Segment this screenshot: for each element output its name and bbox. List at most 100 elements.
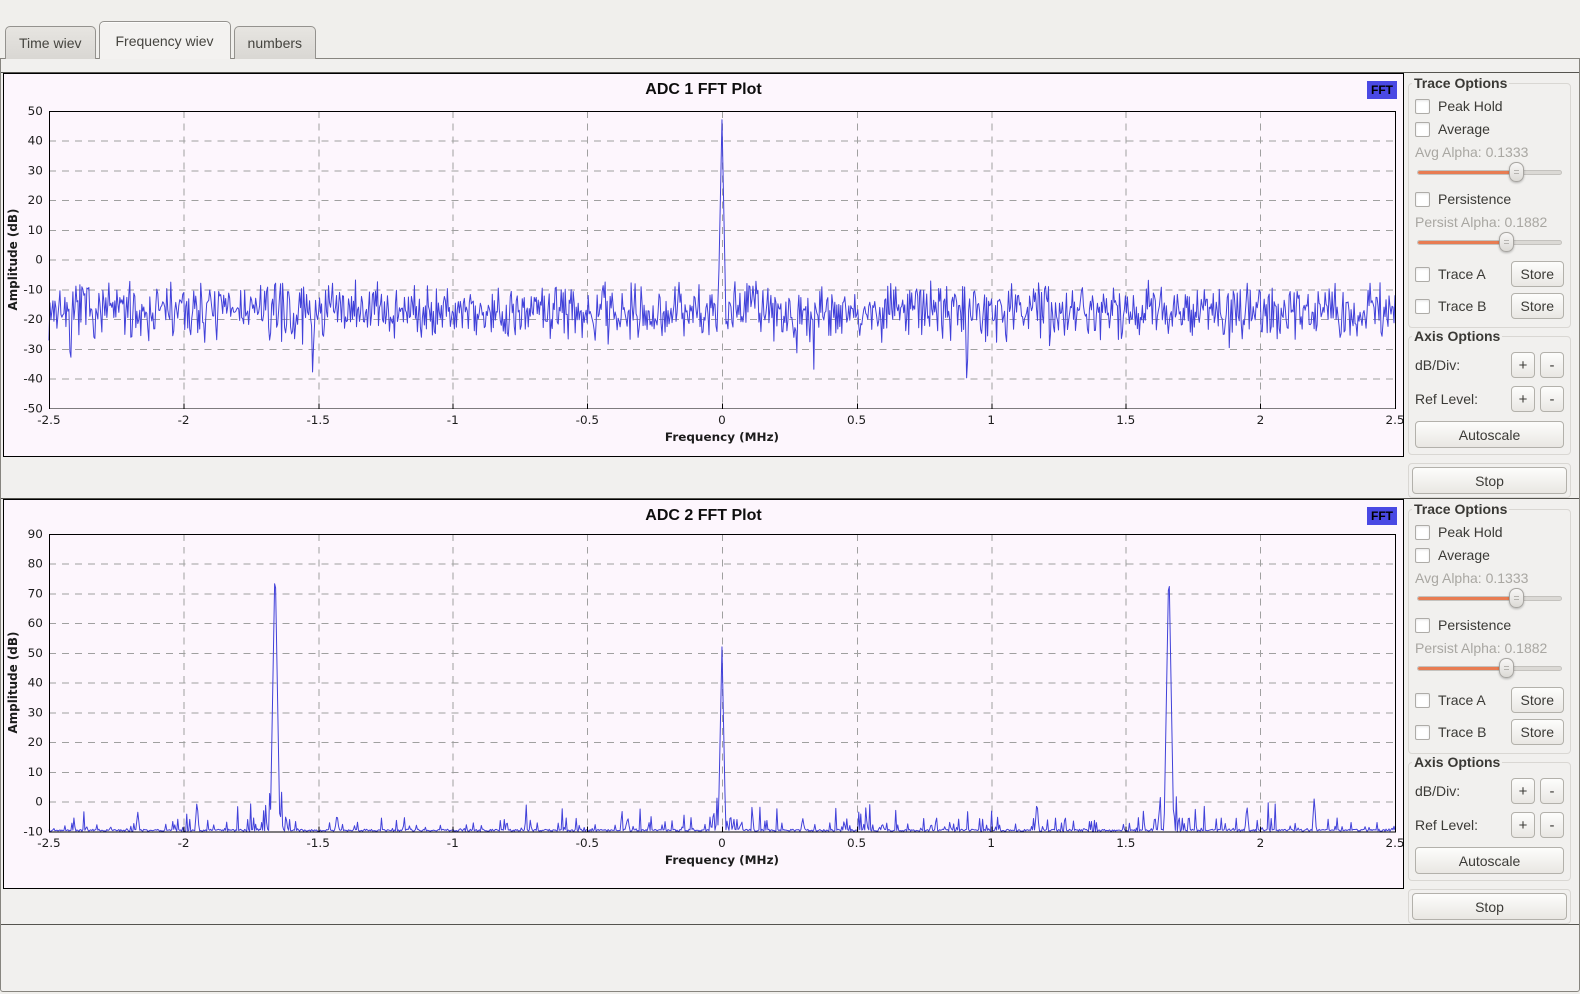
empty-area [1, 925, 1579, 991]
x-tick-label: 2 [1257, 413, 1265, 427]
trace-a-label: Trace A [1438, 266, 1486, 282]
x-tick-label: 1.5 [1116, 836, 1135, 850]
adc1-ref-level-row: Ref Level: + - [1415, 386, 1564, 412]
y-tick-label: 30 [28, 163, 43, 177]
y-tick-label: 50 [28, 646, 43, 660]
adc2-stop-button[interactable]: Stop [1412, 893, 1567, 920]
trace-options-title: Trace Options [1412, 75, 1509, 91]
trace-options-title: Trace Options [1412, 501, 1509, 517]
adc1-ref-level-plus-button[interactable]: + [1511, 386, 1535, 412]
x-tick-label: -1.5 [306, 413, 329, 427]
adc1-trace-b-row: Trace B Store [1415, 293, 1564, 319]
adc2-trace-a-store-button[interactable]: Store [1511, 687, 1564, 713]
adc2-db-div-plus-button[interactable]: + [1511, 778, 1535, 804]
tab-numbers[interactable]: numbers [234, 26, 316, 59]
y-tick-label: -10 [23, 282, 43, 296]
adc2-ref-level-row: Ref Level: + - [1415, 812, 1564, 838]
y-tick-label: 10 [28, 765, 43, 779]
adc1-ref-level-minus-button[interactable]: - [1540, 386, 1564, 412]
adc1-average-checkbox[interactable]: Average [1415, 121, 1564, 137]
trace-a-label: Trace A [1438, 692, 1486, 708]
average-label: Average [1438, 547, 1490, 563]
adc1-peak-hold-checkbox[interactable]: Peak Hold [1415, 98, 1564, 114]
adc1-stop-button[interactable]: Stop [1412, 467, 1567, 494]
checkbox-icon [1415, 122, 1430, 137]
slider-fill [1418, 241, 1507, 244]
x-tick-label: 0 [718, 836, 726, 850]
adc2-persistence-checkbox[interactable]: Persistence [1415, 617, 1564, 633]
adc2-stop-frame: Stop [1408, 889, 1571, 924]
adc2-persist-alpha-slider[interactable] [1417, 658, 1562, 678]
tab-time-view[interactable]: Time wiev [5, 26, 96, 59]
adc2-db-div-row: dB/Div: + - [1415, 778, 1564, 804]
y-tick-label: 80 [28, 557, 43, 571]
adc2-peak-hold-checkbox[interactable]: Peak Hold [1415, 524, 1564, 540]
trace-b-label: Trace B [1438, 724, 1487, 740]
slider-fill [1418, 597, 1517, 600]
y-tick-label: 40 [28, 676, 43, 690]
adc2-row: 9080706050403020100-10-2.5-2-1.5-1-0.500… [1, 498, 1579, 925]
adc1-fft-plot: 50403020100-10-20-30-40-50-2.5-2-1.5-1-0… [3, 73, 1404, 457]
adc2-autoscale-button[interactable]: Autoscale [1415, 847, 1564, 874]
adc2-trace-options-group: Trace Options Peak Hold Average Avg Alph… [1408, 501, 1571, 754]
adc2-fft-chart: 9080706050403020100-10-2.5-2-1.5-1-0.500… [4, 500, 1403, 888]
slider-fill [1418, 171, 1517, 174]
y-axis-label: Amplitude (dB) [6, 209, 20, 311]
y-tick-label: 70 [28, 587, 43, 601]
adc2-fft-plot: 9080706050403020100-10-2.5-2-1.5-1-0.500… [3, 499, 1404, 889]
y-tick-label: 40 [28, 134, 43, 148]
checkbox-icon [1415, 192, 1430, 207]
y-tick-label: 0 [35, 253, 43, 267]
adc1-trace-a-store-button[interactable]: Store [1511, 261, 1564, 287]
slider-handle[interactable] [1499, 658, 1514, 678]
y-tick-label: 50 [28, 104, 43, 118]
adc1-trace-b-checkbox[interactable] [1415, 299, 1430, 314]
adc1-fft-badge: FFT [1367, 81, 1397, 99]
adc2-trace-b-store-button[interactable]: Store [1511, 719, 1564, 745]
x-tick-label: 2 [1257, 836, 1265, 850]
x-tick-label: 0 [718, 413, 726, 427]
slider-handle[interactable] [1499, 232, 1514, 252]
x-tick-label: -2.5 [37, 413, 60, 427]
adc1-axis-options-group: Axis Options dB/Div: + - Ref Level: + - … [1408, 328, 1571, 455]
slider-fill [1418, 667, 1507, 670]
adc2-persist-alpha-value: Persist Alpha: 0.1882 [1415, 640, 1564, 656]
adc2-control-panel: Trace Options Peak Hold Average Avg Alph… [1404, 499, 1575, 924]
tab-bar: Time wiev Frequency wiev numbers [0, 0, 1580, 58]
adc2-trace-b-checkbox[interactable] [1415, 725, 1430, 740]
db-div-label: dB/Div: [1415, 783, 1506, 799]
adc1-trace-a-checkbox[interactable] [1415, 267, 1430, 282]
tab-frequency-view[interactable]: Frequency wiev [99, 21, 231, 59]
x-tick-label: -2 [178, 413, 190, 427]
persistence-label: Persistence [1438, 617, 1511, 633]
x-tick-label: -0.5 [576, 836, 599, 850]
adc2-avg-alpha-slider[interactable] [1417, 588, 1562, 608]
adc1-trace-b-store-button[interactable]: Store [1511, 293, 1564, 319]
adc2-trace-b-row: Trace B Store [1415, 719, 1564, 745]
x-tick-label: 0.5 [847, 836, 866, 850]
adc1-persist-alpha-slider[interactable] [1417, 232, 1562, 252]
adc2-db-div-minus-button[interactable]: - [1540, 778, 1564, 804]
adc1-autoscale-button[interactable]: Autoscale [1415, 421, 1564, 448]
adc1-db-div-plus-button[interactable]: + [1511, 352, 1535, 378]
slider-handle[interactable] [1509, 588, 1524, 608]
y-tick-label: -40 [23, 372, 43, 386]
x-tick-label: 2.5 [1385, 836, 1403, 850]
slider-handle[interactable] [1509, 162, 1524, 182]
grid [49, 534, 1395, 831]
adc1-persistence-checkbox[interactable]: Persistence [1415, 191, 1564, 207]
adc1-db-div-minus-button[interactable]: - [1540, 352, 1564, 378]
adc2-average-checkbox[interactable]: Average [1415, 547, 1564, 563]
peak-hold-label: Peak Hold [1438, 524, 1503, 540]
adc2-fft-badge: FFT [1367, 507, 1397, 525]
peak-hold-label: Peak Hold [1438, 98, 1503, 114]
y-tick-label: 90 [28, 527, 43, 541]
axis-options-title: Axis Options [1412, 754, 1502, 770]
adc2-axis-options-group: Axis Options dB/Div: + - Ref Level: + - … [1408, 754, 1571, 881]
adc2-trace-a-checkbox[interactable] [1415, 693, 1430, 708]
grid [49, 111, 1395, 408]
adc1-avg-alpha-slider[interactable] [1417, 162, 1562, 182]
adc2-ref-level-plus-button[interactable]: + [1511, 812, 1535, 838]
x-tick-label: 1 [987, 836, 995, 850]
adc2-ref-level-minus-button[interactable]: - [1540, 812, 1564, 838]
